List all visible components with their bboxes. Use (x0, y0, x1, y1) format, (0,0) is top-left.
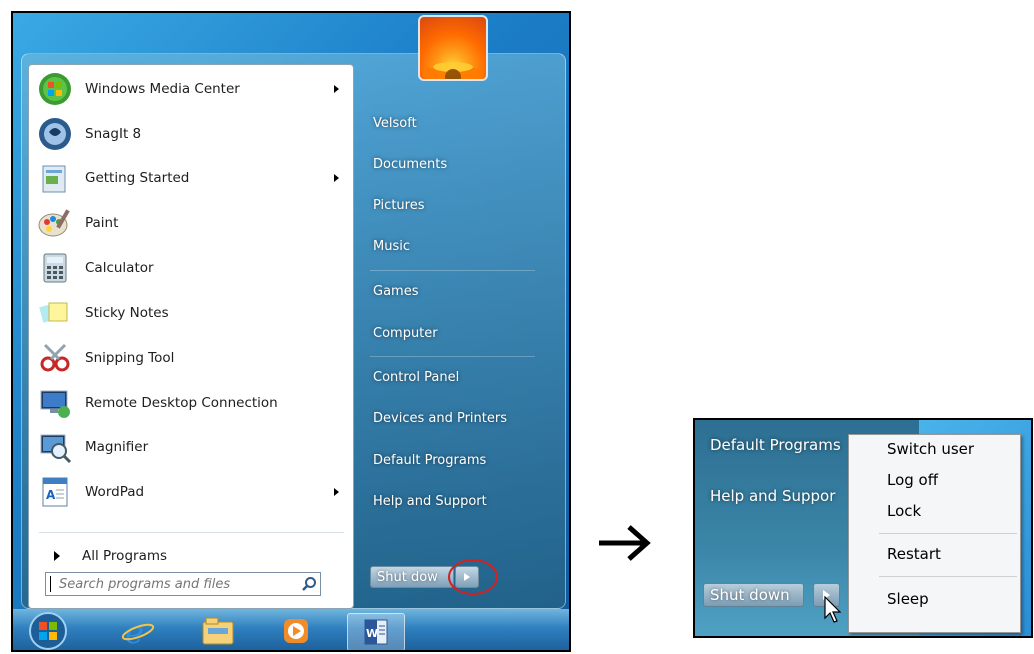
shutdown-button[interactable]: Shut down (703, 583, 804, 607)
program-snipping-tool[interactable]: Snipping Tool (31, 337, 351, 379)
divider (879, 576, 1017, 577)
divider (39, 532, 344, 533)
start-menu-screenshot: Windows Media Center SnagIt 8 Getting St… (11, 11, 571, 652)
link-default-programs[interactable]: Default Programs (373, 453, 486, 468)
program-label: Paint (85, 215, 119, 231)
program-label: Sticky Notes (85, 305, 169, 321)
menu-item-lock[interactable]: Lock (887, 502, 921, 520)
link-default-programs[interactable]: Default Programs (710, 436, 841, 454)
right-arrow-icon (599, 525, 651, 561)
program-snagit[interactable]: SnagIt 8 (31, 113, 351, 155)
link-user-folder[interactable]: Velsoft (373, 116, 417, 131)
start-orb-icon[interactable] (23, 612, 73, 650)
divider (370, 270, 535, 271)
expand-arrow-icon (54, 551, 60, 561)
search-box[interactable] (45, 572, 321, 596)
menu-item-log-off[interactable]: Log off (887, 471, 938, 489)
all-programs-button[interactable]: All Programs (44, 544, 344, 568)
submenu-arrow-icon (334, 85, 339, 93)
shutdown-options-menu: Switch user Log off Lock Restart Sleep (848, 434, 1021, 633)
all-programs-label: All Programs (82, 548, 168, 564)
snipping-tool-icon (35, 338, 75, 378)
link-computer[interactable]: Computer (373, 326, 438, 341)
shutdown-button[interactable]: Shut dow (370, 566, 454, 588)
divider (879, 533, 1017, 534)
program-label: Windows Media Center (85, 81, 240, 97)
program-label: Snipping Tool (85, 350, 175, 366)
link-music[interactable]: Music (373, 239, 410, 254)
program-wordpad[interactable]: A WordPad (31, 471, 351, 513)
link-devices-and-printers[interactable]: Devices and Printers (373, 411, 507, 426)
wordpad-icon: A (35, 472, 75, 512)
menu-item-restart[interactable]: Restart (887, 545, 941, 563)
menu-item-sleep[interactable]: Sleep (887, 590, 929, 608)
svg-text:A: A (46, 488, 56, 502)
text-caret (50, 576, 51, 592)
windows-explorer-icon[interactable] (193, 613, 243, 649)
media-player-icon[interactable] (271, 613, 321, 649)
program-paint[interactable]: Paint (31, 202, 351, 244)
word-icon[interactable]: W (347, 613, 405, 650)
getting-started-icon (35, 158, 75, 198)
sticky-notes-icon (35, 293, 75, 333)
user-picture[interactable] (418, 15, 488, 81)
submenu-arrow-icon (334, 488, 339, 496)
magnifier-icon (35, 427, 75, 467)
svg-text:W: W (366, 627, 378, 640)
link-help-and-support[interactable]: Help and Suppor (710, 487, 835, 505)
remote-desktop-icon (35, 383, 75, 423)
link-control-panel[interactable]: Control Panel (373, 370, 459, 385)
program-calculator[interactable]: Calculator (31, 247, 351, 289)
shutdown-label: Shut down (710, 586, 790, 604)
program-label: Calculator (85, 260, 154, 276)
program-magnifier[interactable]: Magnifier (31, 426, 351, 468)
search-icon[interactable] (298, 573, 320, 595)
internet-explorer-icon[interactable]: e (113, 613, 163, 649)
program-label: Magnifier (85, 439, 149, 455)
program-label: SnagIt 8 (85, 126, 142, 142)
taskbar: e W (13, 609, 569, 650)
windows-media-center-icon (35, 69, 75, 109)
shutdown-label: Shut dow (377, 569, 438, 585)
link-pictures[interactable]: Pictures (373, 198, 424, 213)
divider (370, 356, 535, 357)
calculator-icon (35, 248, 75, 288)
mouse-cursor-icon (824, 596, 842, 623)
link-help-and-support[interactable]: Help and Support (373, 494, 487, 509)
program-sticky-notes[interactable]: Sticky Notes (31, 292, 351, 334)
link-games[interactable]: Games (373, 284, 418, 299)
snagit-icon (35, 114, 75, 154)
submenu-arrow-icon (334, 174, 339, 182)
program-windows-media-center[interactable]: Windows Media Center (31, 68, 351, 110)
paint-icon (35, 203, 75, 243)
program-label: Remote Desktop Connection (85, 395, 278, 411)
programs-list: Windows Media Center SnagIt 8 Getting St… (28, 64, 354, 609)
link-documents[interactable]: Documents (373, 157, 447, 172)
search-input[interactable] (57, 575, 298, 593)
shutdown-menu-screenshot: Default Programs Help and Suppor Shut do… (693, 418, 1033, 638)
program-remote-desktop[interactable]: Remote Desktop Connection (31, 382, 351, 424)
program-getting-started[interactable]: Getting Started (31, 157, 351, 199)
program-label: WordPad (85, 484, 145, 500)
program-label: Getting Started (85, 170, 190, 186)
menu-item-switch-user[interactable]: Switch user (887, 440, 974, 458)
highlight-circle (448, 559, 498, 595)
